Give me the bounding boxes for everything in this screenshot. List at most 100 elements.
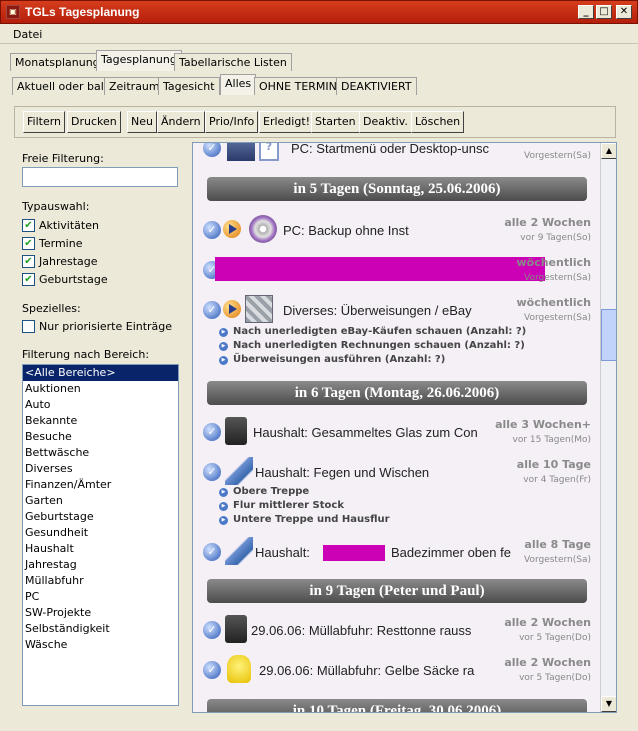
entry-title: Diverses: Überweisungen / eBay	[283, 303, 472, 318]
day-header: in 9 Tagen (Peter und Paul)	[207, 579, 587, 603]
app-icon: ▣	[6, 5, 20, 19]
close-button[interactable]: ✕	[616, 5, 632, 19]
checkbox-geburtstage[interactable]: ✔	[22, 273, 35, 286]
vertical-scrollbar[interactable]: ▲ ▼	[600, 143, 616, 712]
list-item[interactable]: Bettwäsche	[23, 445, 178, 461]
minimize-button[interactable]: _	[578, 5, 594, 19]
checkbox-aktivitaeten-label: Aktivitäten	[39, 219, 99, 232]
done-check-icon[interactable]: ✓	[203, 621, 221, 639]
freie-filterung-input[interactable]	[22, 167, 178, 187]
aendern-button[interactable]: Ändern	[157, 111, 205, 133]
trash-bin-icon	[225, 615, 247, 643]
done-check-icon[interactable]: ✓	[203, 463, 221, 481]
entry-title: PC: Startmenü oder Desktop-unsc	[291, 143, 489, 156]
list-item[interactable]: Finanzen/Ämter	[23, 477, 178, 493]
typauswahl-label: Typauswahl:	[22, 200, 90, 213]
tab-ohne-termin[interactable]: OHNE TERMIN	[254, 77, 342, 95]
drucken-button[interactable]: Drucken	[67, 111, 121, 133]
checkbox-nur-priorisiert[interactable]	[22, 320, 35, 333]
checkbox-jahrestage-label: Jahrestage	[39, 255, 98, 268]
entry-title: Haushalt: Gesammeltes Glas zum Con	[253, 425, 478, 440]
list-item[interactable]: Besuche	[23, 429, 178, 445]
planner-entry[interactable]: ✓ Haushalt: Fegen und Wischen alle 10 Ta…	[203, 455, 601, 489]
subtask-item[interactable]: Überweisungen ausführen (Anzahl: ?)	[219, 354, 445, 365]
list-item[interactable]: Bekannte	[23, 413, 178, 429]
done-check-icon[interactable]: ✓	[203, 661, 221, 679]
subtask-item[interactable]: Flur mittlerer Stock	[219, 500, 344, 511]
done-check-icon[interactable]: ✓	[203, 143, 221, 157]
list-item[interactable]: SW-Projekte	[23, 605, 178, 621]
entry-last-done: Vorgestern(Sa)	[523, 273, 591, 283]
planner-entry[interactable]: ✓ Haushalt: Gesammeltes Glas zum Con all…	[203, 415, 601, 449]
done-check-icon[interactable]: ✓	[203, 221, 221, 239]
tab-deaktiviert[interactable]: DEAKTIVIERT	[336, 77, 417, 95]
list-item[interactable]: Gesundheit	[23, 525, 178, 541]
tab-tagesplanung[interactable]: Tagesplanung	[96, 50, 182, 71]
planner-entry[interactable]: ✓ Diverses: Überweisungen / eBay wöchent…	[203, 293, 601, 327]
starten-button[interactable]: Starten	[311, 111, 360, 133]
maximize-button[interactable]: □	[596, 5, 612, 19]
prio-info-button[interactable]: Prio/Info	[205, 111, 259, 133]
scroll-thumb[interactable]	[601, 309, 616, 361]
start-icon[interactable]	[223, 300, 241, 318]
done-check-icon[interactable]: ✓	[203, 423, 221, 441]
list-item[interactable]: Diverses	[23, 461, 178, 477]
subtask-item[interactable]: Nach unerledigten eBay-Käufen schauen (A…	[219, 326, 526, 337]
list-item[interactable]: Auktionen	[23, 381, 178, 397]
planner-entry[interactable]: ✓ ? PC: Startmenü oder Desktop-unsc Vorg…	[203, 143, 601, 165]
checkbox-aktivitaeten[interactable]: ✔	[22, 219, 35, 232]
list-item[interactable]: Jahrestag	[23, 557, 178, 573]
toolbar: Filtern Drucken Neu Ändern Prio/Info Erl…	[14, 106, 616, 138]
neu-button[interactable]: Neu	[127, 111, 157, 133]
list-item[interactable]: Auto	[23, 397, 178, 413]
freie-filterung-label: Freie Filterung:	[22, 152, 104, 165]
tab-monatsplanung[interactable]: Monatsplanung	[10, 53, 105, 71]
planner-panel: ✓ ? PC: Startmenü oder Desktop-unsc Vorg…	[192, 142, 617, 713]
planner-content: ✓ ? PC: Startmenü oder Desktop-unsc Vorg…	[193, 143, 601, 712]
tab-aktuell[interactable]: Aktuell oder bald	[12, 77, 116, 95]
entry-title: 29.06.06: Müllabfuhr: Resttonne rauss	[251, 623, 472, 638]
tab-zeitraum[interactable]: Zeitraum	[104, 77, 165, 95]
tab-alles[interactable]: Alles	[220, 74, 257, 95]
menu-bar: Datei	[0, 24, 638, 44]
help-icon: ?	[259, 143, 279, 161]
planner-entry[interactable]: ✓ wöchentlich Vorgestern(Sa)	[203, 253, 601, 287]
filtern-button[interactable]: Filtern	[23, 111, 66, 133]
subtask-item[interactable]: Untere Treppe und Hausflur	[219, 514, 390, 525]
entry-title: 29.06.06: Müllabfuhr: Gelbe Säcke ra	[259, 663, 475, 678]
entry-title: Haushalt: Fegen und Wischen	[255, 465, 430, 480]
planner-entry[interactable]: ✓ 29.06.06: Müllabfuhr: Resttonne rauss …	[203, 613, 601, 647]
entry-frequency: alle 10 Tage	[516, 458, 591, 471]
scroll-down-arrow-icon[interactable]: ▼	[601, 696, 616, 712]
start-icon[interactable]	[223, 220, 241, 238]
list-item[interactable]: PC	[23, 589, 178, 605]
bereich-listbox[interactable]: <Alle Bereiche> Auktionen Auto Bekannte …	[22, 364, 179, 706]
entry-frequency: wöchentlich	[516, 296, 591, 309]
deaktiv-button[interactable]: Deaktiv.	[359, 111, 412, 133]
entry-last-done: vor 5 Tagen(Do)	[519, 673, 591, 683]
checkbox-jahrestage[interactable]: ✔	[22, 255, 35, 268]
tab-tabellarische-listen[interactable]: Tabellarische Listen	[174, 53, 292, 71]
subtask-item[interactable]: Obere Treppe	[219, 486, 309, 497]
list-item[interactable]: Haushalt	[23, 541, 178, 557]
planner-entry[interactable]: ✓ Haushalt: Badezimmer oben fe alle 8 Ta…	[203, 535, 601, 569]
window-title: TGLs Tagesplanung	[25, 5, 140, 19]
done-check-icon[interactable]: ✓	[203, 543, 221, 561]
done-check-icon[interactable]: ✓	[203, 301, 221, 319]
checkbox-termine[interactable]: ✔	[22, 237, 35, 250]
list-item[interactable]: Müllabfuhr	[23, 573, 178, 589]
planner-entry[interactable]: ✓ 29.06.06: Müllabfuhr: Gelbe Säcke ra a…	[203, 653, 601, 687]
list-item[interactable]: Geburtstage	[23, 509, 178, 525]
list-item[interactable]: Selbständigkeit	[23, 621, 178, 637]
planner-entry[interactable]: ✓ PC: Backup ohne Inst alle 2 Wochen vor…	[203, 213, 601, 247]
entry-frequency: alle 2 Wochen	[504, 616, 591, 629]
scroll-up-arrow-icon[interactable]: ▲	[601, 143, 616, 159]
subtask-item[interactable]: Nach unerledigten Rechnungen schauen (An…	[219, 340, 525, 351]
list-item[interactable]: Wäsche	[23, 637, 178, 653]
list-item[interactable]: Garten	[23, 493, 178, 509]
loeschen-button[interactable]: Löschen	[411, 111, 465, 133]
menu-datei[interactable]: Datei	[13, 28, 42, 41]
list-item[interactable]: <Alle Bereiche>	[23, 365, 178, 381]
tab-tagesicht[interactable]: Tagesicht	[158, 77, 220, 95]
erledigt-button[interactable]: Erledigt!	[259, 111, 315, 133]
